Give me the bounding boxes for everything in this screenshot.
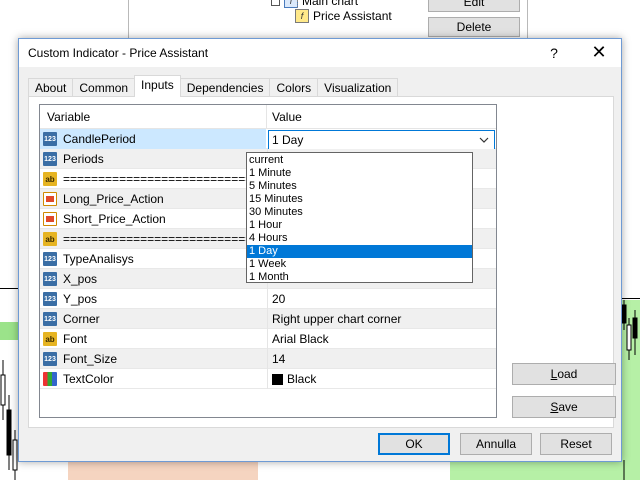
tree-item-price-assistant[interactable]: f Price Assistant xyxy=(295,7,392,25)
tab-dependencies[interactable]: Dependencies xyxy=(179,78,271,97)
select-value: 1 Day xyxy=(272,133,304,147)
table-row[interactable]: 123 Font_Size 14 xyxy=(40,349,496,369)
string-icon: ab xyxy=(43,332,57,346)
variable-cell[interactable]: 123 CandlePeriod xyxy=(40,129,266,149)
variable-cell[interactable]: 123 Font_Size xyxy=(40,349,266,369)
variable-name: Long_Price_Action xyxy=(63,192,164,206)
table-row[interactable]: 123 CandlePeriod 1 Day xyxy=(40,129,496,150)
column-divider[interactable] xyxy=(266,105,267,129)
chart-zone-green-left xyxy=(0,322,18,340)
dropdown-option[interactable]: 4 Hours xyxy=(247,232,472,245)
bool-icon xyxy=(43,192,57,206)
tab-inputs[interactable]: Inputs xyxy=(134,75,181,97)
variable-cell[interactable]: 123 X_pos xyxy=(40,269,266,289)
variable-name: X_pos xyxy=(63,272,98,286)
value-text: Black xyxy=(287,372,317,386)
variable-name: Font xyxy=(63,332,88,346)
variable-name: Font_Size xyxy=(63,352,118,366)
variable-cell[interactable]: Short_Price_Action xyxy=(40,209,266,229)
dialog-title: Custom Indicator - Price Assistant xyxy=(28,46,209,60)
variable-cell[interactable]: ab Font xyxy=(40,329,266,349)
variable-cell[interactable]: ab ================================ xyxy=(40,169,287,189)
column-header-variable[interactable]: Variable xyxy=(47,110,90,124)
ok-button[interactable]: OK xyxy=(378,433,450,455)
tab-bar: About Common Inputs Dependencies Colors … xyxy=(28,75,399,97)
value-cell[interactable]: 20 xyxy=(267,289,496,309)
variable-cell[interactable]: 123 TypeAnalisys xyxy=(40,249,266,269)
variable-cell[interactable]: Long_Price_Action xyxy=(40,189,266,209)
dropdown-option[interactable]: 1 Hour xyxy=(247,219,472,232)
reset-button[interactable]: Reset xyxy=(540,433,612,455)
grid-header: Variable Value xyxy=(40,105,496,129)
int-icon: 123 xyxy=(43,352,57,366)
tab-visualization[interactable]: Visualization xyxy=(317,78,399,97)
variable-cell[interactable]: ab ================================ xyxy=(40,229,287,249)
dialog-titlebar[interactable]: Custom Indicator - Price Assistant ? ✕ xyxy=(19,39,621,67)
candle-period-dropdown-list[interactable]: current 1 Minute 5 Minutes 15 Minutes 30 Min… xyxy=(246,152,473,283)
dropdown-option[interactable]: 15 Minutes xyxy=(247,193,472,206)
int-icon: 123 xyxy=(43,312,57,326)
variable-name: Short_Price_Action xyxy=(63,212,166,226)
table-row[interactable]: TextColor Black xyxy=(40,369,496,389)
dropdown-option[interactable]: 1 Minute xyxy=(247,167,472,180)
tree-checkbox[interactable] xyxy=(271,0,280,6)
string-icon: ab xyxy=(43,172,57,186)
color-icon xyxy=(43,372,57,386)
variable-name: TypeAnalisys xyxy=(63,252,134,266)
value-text: 20 xyxy=(272,292,286,306)
variable-name: TextColor xyxy=(63,372,114,386)
save-button-label: ave xyxy=(558,400,578,414)
candle-period-select[interactable]: 1 Day xyxy=(268,130,495,150)
value-text: 14 xyxy=(272,352,286,366)
indicator-icon: f xyxy=(295,9,309,23)
save-button[interactable]: Save xyxy=(512,396,616,418)
color-swatch xyxy=(272,373,283,385)
int-icon: 123 xyxy=(43,292,57,306)
column-header-value[interactable]: Value xyxy=(272,110,302,124)
load-button-label: oad xyxy=(557,367,578,381)
value-text: Arial Black xyxy=(272,332,329,346)
tab-about[interactable]: About xyxy=(28,78,74,97)
value-text: Right upper chart corner xyxy=(272,312,402,326)
dropdown-option[interactable]: 1 Week xyxy=(247,258,472,271)
table-row[interactable]: ab Font Arial Black xyxy=(40,329,496,349)
dropdown-option[interactable]: 5 Minutes xyxy=(247,180,472,193)
variable-cell[interactable]: 123 Y_pos xyxy=(40,289,266,309)
variable-cell[interactable]: 123 Corner xyxy=(40,309,266,329)
tab-common[interactable]: Common xyxy=(72,78,136,97)
variable-cell[interactable]: 123 Periods xyxy=(40,149,266,169)
load-button[interactable]: Load xyxy=(512,363,616,385)
help-button[interactable]: ? xyxy=(547,43,561,63)
chevron-down-icon[interactable] xyxy=(478,133,490,147)
int-icon: 123 xyxy=(43,272,57,286)
delete-button[interactable]: Delete xyxy=(428,17,520,37)
tab-colors[interactable]: Colors xyxy=(269,78,319,97)
bool-icon xyxy=(43,212,57,226)
dropdown-option[interactable]: 1 Day xyxy=(247,245,472,258)
chart-level-line xyxy=(622,298,640,299)
variable-name: Periods xyxy=(63,152,104,166)
dropdown-option[interactable]: 30 Minutes xyxy=(247,206,472,219)
edit-button[interactable]: Edit xyxy=(428,0,520,12)
table-row[interactable]: 123 Corner Right upper chart corner xyxy=(40,309,496,329)
variable-cell[interactable]: TextColor xyxy=(40,369,266,389)
int-icon: 123 xyxy=(43,132,57,146)
close-button[interactable]: ✕ xyxy=(587,41,611,65)
table-row[interactable]: 123 Y_pos 20 xyxy=(40,289,496,309)
value-cell[interactable]: Black xyxy=(267,369,496,389)
cancel-button[interactable]: Annulla xyxy=(460,433,532,455)
variable-name: Corner xyxy=(63,312,100,326)
dropdown-option[interactable]: 1 Month xyxy=(247,271,472,284)
variable-name: CandlePeriod xyxy=(63,132,136,146)
chart-level-line xyxy=(0,288,18,289)
int-icon: 123 xyxy=(43,152,57,166)
dropdown-option[interactable]: current xyxy=(247,154,472,167)
string-icon: ab xyxy=(43,232,57,246)
value-cell[interactable]: Arial Black xyxy=(267,329,496,349)
tree-item-label: Price Assistant xyxy=(313,9,392,23)
value-cell[interactable]: 14 xyxy=(267,349,496,369)
int-icon: 123 xyxy=(43,252,57,266)
variable-name: Y_pos xyxy=(63,292,98,306)
value-cell[interactable]: Right upper chart corner xyxy=(267,309,496,329)
